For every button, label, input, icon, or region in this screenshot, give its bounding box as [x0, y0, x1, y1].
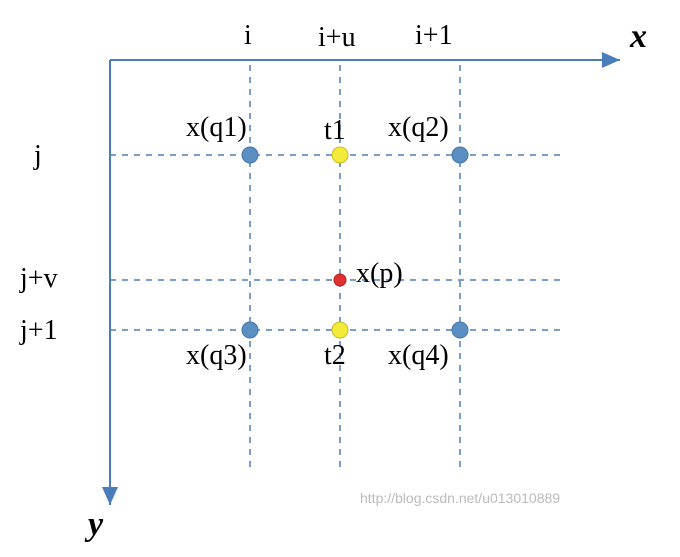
- y-axis-arrow: [102, 487, 118, 505]
- y-axis-label: y: [88, 506, 103, 544]
- xtick-i1: i+1: [415, 20, 453, 52]
- label-t1: t1: [324, 115, 346, 147]
- x-axis-arrow: [602, 52, 620, 68]
- x-axis-label: x: [630, 18, 647, 56]
- point-t1: [332, 147, 348, 163]
- diagram-canvas: [0, 0, 680, 557]
- point-q1: [242, 147, 258, 163]
- point-p: [334, 274, 346, 286]
- label-q3: x(q3): [186, 340, 247, 372]
- watermark-text: http://blog.csdn.net/u013010889: [360, 490, 560, 506]
- point-q2: [452, 147, 468, 163]
- ytick-j1: j+1: [20, 315, 58, 347]
- label-t2: t2: [324, 340, 346, 372]
- point-t2: [332, 322, 348, 338]
- label-p: x(p): [356, 258, 403, 290]
- xtick-i: i: [244, 20, 252, 52]
- xtick-iu: i+u: [318, 22, 356, 54]
- ytick-j: j: [34, 140, 42, 172]
- label-q1: x(q1): [186, 112, 247, 144]
- point-q4: [452, 322, 468, 338]
- label-q2: x(q2): [388, 112, 449, 144]
- label-q4: x(q4): [388, 340, 449, 372]
- point-q3: [242, 322, 258, 338]
- ytick-jv: j+v: [20, 263, 58, 295]
